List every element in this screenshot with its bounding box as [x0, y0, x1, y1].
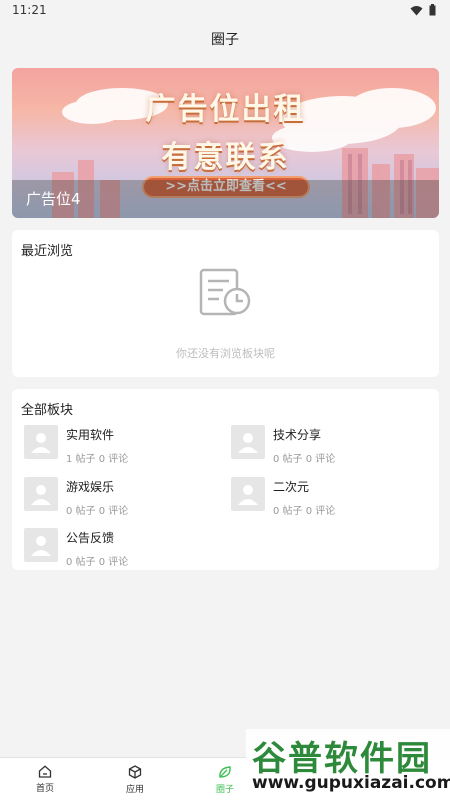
watermark-logo: 谷普软件园 www.gupuxiazai.com	[246, 729, 450, 800]
leaf-icon	[219, 766, 231, 778]
tab-label: 首页	[35, 784, 54, 794]
tab-apps[interactable]: 应用	[90, 758, 180, 800]
status-bar: 11:21	[0, 0, 450, 20]
banner-headline-1: 广告位出租	[145, 92, 306, 127]
board-stats: 0 帖子 0 评论	[273, 454, 336, 465]
all-boards-title: 全部板块	[21, 403, 74, 418]
battery-icon	[429, 4, 436, 16]
board-stats: 0 帖子 0 评论	[273, 506, 336, 517]
board-item-anime[interactable]: 二次元 0 帖子 0 评论	[231, 477, 335, 517]
board-item-games[interactable]: 游戏娱乐 0 帖子 0 评论	[24, 477, 128, 517]
user-placeholder-icon	[31, 536, 51, 556]
board-name: 二次元	[273, 480, 310, 494]
recent-browsing-title: 最近浏览	[21, 244, 74, 259]
board-avatar	[24, 425, 58, 459]
title-bar: 圈子	[0, 20, 450, 58]
status-icons	[410, 4, 436, 16]
ad-banner[interactable]: 广告位出租 有意联系 >>点击立即查看<< 广告位4	[12, 68, 439, 218]
tab-label: 应用	[125, 785, 144, 795]
user-placeholder-icon	[238, 485, 258, 505]
board-name: 游戏娱乐	[66, 480, 115, 494]
board-avatar	[24, 528, 58, 562]
board-item-feedback[interactable]: 公告反馈 0 帖子 0 评论	[24, 528, 128, 568]
status-time: 11:21	[12, 3, 47, 17]
home-icon	[38, 765, 52, 778]
board-item-tech[interactable]: 技术分享 0 帖子 0 评论	[231, 425, 335, 465]
wifi-icon	[410, 5, 423, 15]
cube-icon	[128, 765, 142, 779]
history-document-icon	[199, 268, 251, 316]
board-item-software[interactable]: 实用软件 1 帖子 0 评论	[24, 425, 128, 465]
board-stats: 0 帖子 0 评论	[66, 557, 129, 568]
banner-caption: 广告位4	[26, 190, 81, 208]
page-title: 圈子	[211, 32, 239, 48]
recent-browsing-card: 最近浏览 你还没有浏览板块呢	[12, 230, 439, 377]
user-placeholder-icon	[31, 485, 51, 505]
watermark-url: www.gupuxiazai.com	[252, 773, 450, 793]
user-placeholder-icon	[238, 433, 258, 453]
board-stats: 0 帖子 0 评论	[66, 506, 129, 517]
board-avatar	[231, 477, 265, 511]
board-name: 公告反馈	[66, 531, 115, 545]
banner-headline-2: 有意联系	[161, 140, 290, 175]
board-name: 技术分享	[273, 428, 322, 442]
tab-home[interactable]: 首页	[0, 758, 90, 800]
board-stats: 1 帖子 0 评论	[66, 454, 129, 465]
user-placeholder-icon	[31, 433, 51, 453]
board-avatar	[24, 477, 58, 511]
board-name: 实用软件	[66, 428, 115, 442]
tab-label: 圈子	[215, 785, 234, 795]
all-boards-card: 全部板块 实用软件 1 帖子 0 评论 技术分享 0 帖子 0 评论 游戏娱乐 …	[12, 389, 439, 570]
empty-state-text: 你还没有浏览板块呢	[176, 347, 275, 360]
board-avatar	[231, 425, 265, 459]
